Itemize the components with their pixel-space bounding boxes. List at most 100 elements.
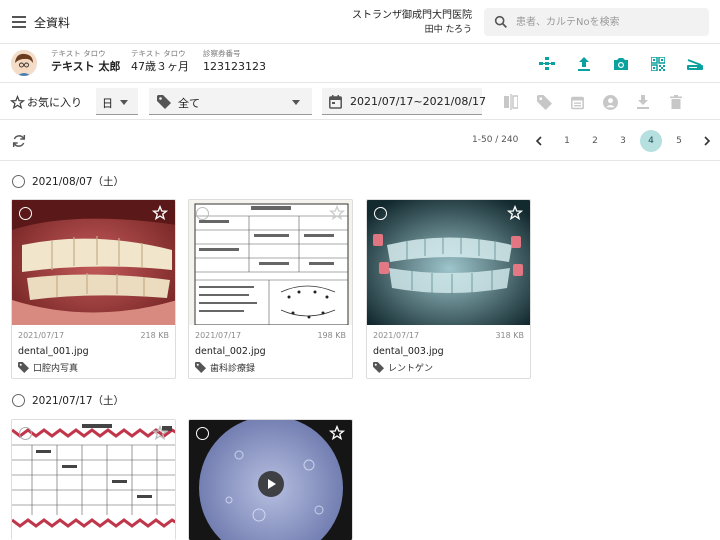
favorite-label: お気に入り	[27, 96, 82, 109]
file-meta: 2021/07/17 218 KB	[18, 331, 169, 340]
file-tag: 口腔内写真	[18, 361, 78, 374]
search-input[interactable]	[516, 13, 701, 31]
star-outline-icon[interactable]	[329, 205, 345, 221]
person-icon[interactable]	[601, 93, 619, 111]
select-circle-icon[interactable]	[196, 427, 209, 440]
page-number: 1	[564, 136, 570, 146]
camera-icon[interactable]	[612, 55, 630, 73]
file-card[interactable]: 2021/07/17 318 KB dental_003.jpg レントゲン	[366, 199, 531, 379]
bulk-actions	[502, 93, 685, 111]
pagination-bar: 1-50 / 240 1 2 3 4 5	[0, 121, 720, 161]
file-size: 318 KB	[495, 331, 524, 340]
file-date: 2021/07/17	[373, 331, 420, 340]
patient-name: テキスト 太郎	[51, 60, 121, 73]
scanner-icon[interactable]	[686, 55, 704, 73]
file-card[interactable]	[11, 419, 176, 540]
file-tag: レントゲン	[373, 361, 433, 374]
patient-name-kana: テキスト タロウ	[51, 49, 106, 58]
star-outline-icon[interactable]	[329, 425, 345, 441]
select-circle-icon[interactable]	[19, 427, 32, 440]
chevron-left-icon	[535, 136, 542, 146]
file-tag-label: 歯科診療録	[210, 364, 256, 374]
file-name: dental_002.jpg	[195, 346, 266, 357]
tag-select[interactable]: 全て	[149, 88, 312, 115]
star-outline-icon[interactable]	[507, 205, 523, 221]
tag-icon	[157, 95, 171, 109]
date-group-header[interactable]: 2021/08/07（土）	[12, 174, 124, 189]
tag-icon	[195, 362, 206, 373]
page-button[interactable]: 2	[581, 129, 609, 153]
page-button[interactable]: 1	[553, 129, 581, 153]
star-outline-icon	[10, 94, 25, 109]
file-name: dental_003.jpg	[373, 346, 444, 357]
qr-code-icon[interactable]	[649, 55, 667, 73]
page-button-current[interactable]: 4	[637, 129, 665, 153]
chevron-right-icon	[704, 136, 711, 146]
date-range-value: 2021/07/17~2021/08/17	[350, 95, 487, 108]
search-box[interactable]	[484, 8, 709, 36]
star-outline-icon[interactable]	[152, 425, 168, 441]
prev-page-button[interactable]	[525, 129, 553, 153]
clinic-info: ストランザ御成門大門医院 田中 たろう	[352, 9, 472, 37]
select-circle-icon[interactable]	[12, 394, 25, 407]
file-tag: 歯科診療録	[195, 361, 255, 374]
date-range-select[interactable]: 2021/07/17~2021/08/17	[322, 88, 486, 115]
page-number: 3	[620, 136, 626, 146]
card-no-label: 診察券番号	[203, 49, 241, 58]
download-icon[interactable]	[634, 93, 652, 111]
calendar-icon[interactable]	[568, 93, 586, 111]
page-number: 5	[676, 136, 682, 146]
period-select[interactable]: 日	[96, 88, 138, 115]
next-page-button[interactable]	[693, 129, 720, 153]
select-circle-icon[interactable]	[374, 207, 387, 220]
file-size: 198 KB	[317, 331, 346, 340]
file-date: 2021/07/17	[18, 331, 65, 340]
trash-icon[interactable]	[667, 93, 685, 111]
select-circle-icon[interactable]	[196, 207, 209, 220]
patient-age-label: テキスト タロウ	[131, 49, 186, 58]
chevron-down-icon	[120, 100, 128, 105]
patient-age-field: テキスト タロウ 47歳３ヶ月	[131, 49, 189, 75]
group-date: 2021/08/07（土）	[32, 176, 125, 188]
page-button[interactable]: 3	[609, 129, 637, 153]
chevron-down-icon	[292, 100, 300, 105]
page-number: 2	[592, 136, 598, 146]
filter-bar: お気に入り 日 全て 2021/07/17~2021/08/17	[0, 84, 720, 120]
upload-icon[interactable]	[575, 55, 593, 73]
file-card[interactable]: 2021/07/17 218 KB dental_001.jpg 口腔内写真	[11, 199, 176, 379]
search-icon	[494, 15, 507, 28]
menu-icon[interactable]	[12, 16, 26, 28]
patient-name-field: テキスト タロウ テキスト 太郎	[51, 49, 121, 75]
file-meta: 2021/07/17 198 KB	[195, 331, 346, 340]
tag-icon	[373, 362, 384, 373]
select-circle-icon[interactable]	[12, 175, 25, 188]
file-meta: 2021/07/17 318 KB	[373, 331, 524, 340]
page-title: 全資料	[34, 16, 71, 30]
star-outline-icon[interactable]	[152, 205, 168, 221]
file-card[interactable]: 2021/07/17 198 KB dental_002.jpg 歯科診療録	[188, 199, 353, 379]
date-group-header[interactable]: 2021/07/17（土）	[12, 393, 124, 408]
tag-icon	[18, 362, 29, 373]
calendar-icon	[329, 95, 342, 109]
favorite-filter[interactable]: お気に入り	[10, 94, 82, 110]
patient-tools	[538, 55, 704, 73]
tag-value: 全て	[178, 97, 200, 110]
page-number: 4	[640, 130, 662, 152]
select-circle-icon[interactable]	[19, 207, 32, 220]
refresh-icon[interactable]	[11, 133, 27, 149]
patient-card-field: 診察券番号 123123123	[203, 49, 266, 75]
compare-icon[interactable]	[502, 93, 520, 111]
play-icon[interactable]	[258, 471, 284, 497]
user-name: 田中 たろう	[424, 25, 472, 35]
file-tag-label: レントゲン	[388, 364, 434, 374]
tree-icon[interactable]	[538, 55, 556, 73]
video-card[interactable]	[188, 419, 353, 540]
page-button[interactable]: 5	[665, 129, 693, 153]
clinic-name: ストランザ御成門大門医院	[352, 10, 472, 21]
tag-icon[interactable]	[535, 93, 553, 111]
group-date: 2021/07/17（土）	[32, 395, 125, 407]
card-no: 123123123	[203, 60, 266, 73]
period-value: 日	[102, 97, 113, 110]
patient-bar: テキスト タロウ テキスト 太郎 テキスト タロウ 47歳３ヶ月 診察券番号 1…	[0, 45, 720, 83]
file-name: dental_001.jpg	[18, 346, 89, 357]
